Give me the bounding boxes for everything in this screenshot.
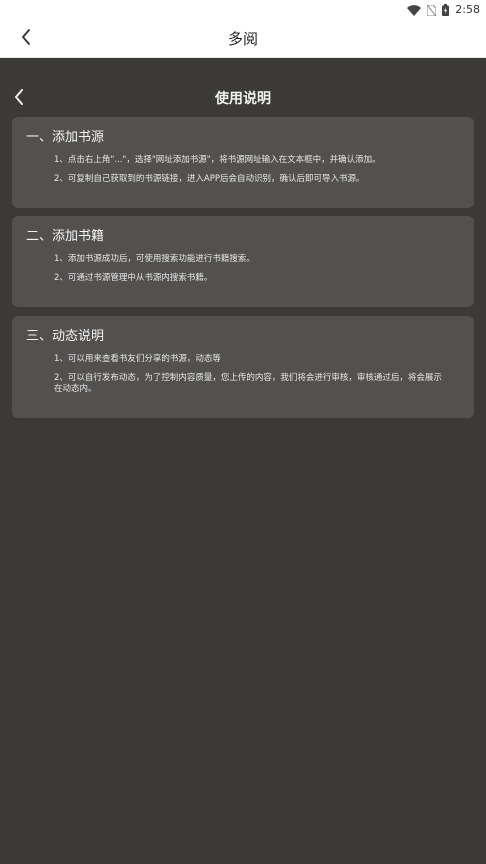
section-item: 1、添加书源成功后，可使用搜索功能进行书籍搜索。 [54,254,255,264]
section-card-add-source: 一、添加书源 1、点击右上角"..."，选择"网址添加书源"，将书源网址输入在文… [12,117,474,208]
section-item: 2、可通过书源管理中从书源内搜索书籍。 [54,273,213,283]
app-bar: 多阅 [0,20,486,58]
content-area: 使用说明 一、添加书源 1、点击右上角"..."，选择"网址添加书源"，将书源网… [0,58,486,864]
app-title: 多阅 [227,30,258,48]
section-title: 一、添加书源 [26,130,105,145]
section-card-dynamic: 三、动态说明 1、可以用来查看书友们分享的书源，动态等 2、可以自行发布动态，为… [12,316,474,418]
section-card-add-book: 二、添加书籍 1、添加书源成功后，可使用搜索功能进行书籍搜索。 2、可通过书源管… [12,216,474,307]
page-header: 使用说明 [0,84,486,114]
status-time: 2:58 [455,3,480,16]
battery-icon [442,4,450,16]
section-title: 三、动态说明 [26,329,105,344]
status-bar: 2:58 [0,0,486,20]
section-item: 1、可以用来查看书友们分享的书源，动态等 [54,354,221,364]
section-item: 2、可以自行发布动态，为了控制内容质量，您上传的内容，我们将会进行审核，审核通过… [54,373,442,394]
section-title: 二、添加书籍 [26,229,105,244]
page-title: 使用说明 [215,91,271,107]
section-item: 2、可复制自己获取到的书源链接，进入APP后会自动识别，确认后即可导入书源。 [54,174,365,184]
wifi-icon [407,4,422,16]
no-sim-icon [427,4,437,16]
section-item: 1、点击右上角"..."，选择"网址添加书源"，将书源网址输入在文本框中，并确认… [54,155,381,165]
status-icons: 2:58 [407,3,480,17]
